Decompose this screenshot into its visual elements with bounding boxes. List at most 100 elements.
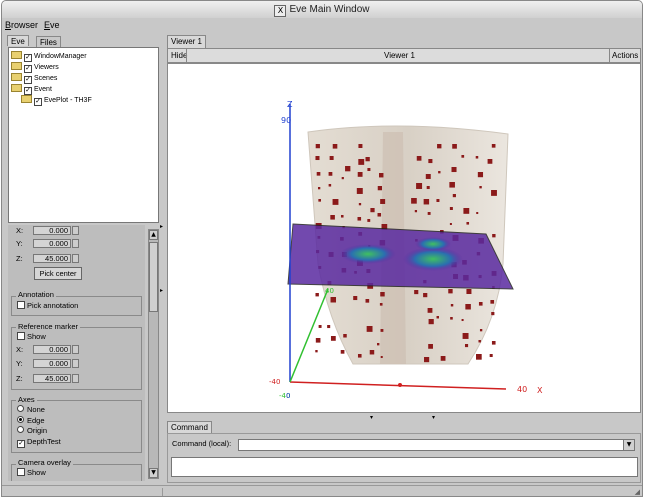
histogram-box [463,208,470,214]
center-y-spinner[interactable] [72,239,79,248]
overlay-show-checkbox[interactable] [17,468,25,476]
tab-eve[interactable]: Eve [7,35,29,46]
main-window: X Eve Main Window Browser Eve Eve Files ✓ W… [1,0,643,497]
histogram-box [490,300,495,304]
radio-none[interactable] [17,405,24,412]
density-blob [415,237,451,251]
histogram-box [357,217,362,221]
splitter-arrow-icon[interactable]: ▸ [160,287,163,294]
tree-item-eveplot[interactable]: ✓ EvePlot - TH3F [21,95,92,106]
status-bar: ◢ [2,485,642,496]
histogram-box [424,357,430,363]
tree-item-viewers[interactable]: ✓ Viewers [11,62,59,73]
x-max-label: 40 [517,385,527,394]
menu-browser[interactable]: Browser [2,18,41,33]
histogram-box [461,155,465,158]
histogram-box [379,303,383,306]
splitter-handle[interactable]: ▾ [370,414,373,421]
histogram-box [318,325,322,328]
histogram-box [427,212,431,215]
ref-x-spinner[interactable] [72,345,79,354]
checkbox[interactable]: ✓ [24,87,32,95]
ref-x-field[interactable]: 0.000 [33,345,71,354]
y-axis [289,288,329,383]
tree-item-windowmanager[interactable]: ✓ WindowManager [11,51,87,62]
chevron-down-icon[interactable]: ▼ [623,440,634,450]
histogram-box [365,157,370,162]
x-min-label: -40 [269,378,280,386]
ref-z-label: Z: [16,374,23,383]
radio-edge[interactable] [17,416,24,423]
menu-bar: Browser Eve [2,18,642,33]
ref-y-field[interactable]: 0.000 [33,359,71,368]
center-y-field[interactable]: 0.000 [33,239,71,248]
tree-item-scenes[interactable]: ✓ Scenes [11,73,57,84]
pick-annotation-row[interactable]: Pick annotation [17,301,78,311]
command-local-combo[interactable]: ▼ [238,439,635,451]
scroll-thumb[interactable] [149,242,158,312]
viewer-header: Hide Viewer 1 Actions [167,48,641,63]
histogram-box [328,172,333,176]
center-z-field[interactable]: 45.000 [33,254,71,263]
ref-z-field[interactable]: 45.000 [33,374,71,383]
histogram-box [440,356,446,361]
title-bar: X Eve Main Window [2,1,642,19]
tab-command[interactable]: Command [167,421,212,433]
tab-files[interactable]: Files [36,36,61,47]
checkbox[interactable]: ✓ [34,98,42,106]
axes-option-none[interactable]: None [17,405,45,415]
histogram-box [438,171,441,174]
checkbox[interactable]: ✓ [24,54,32,62]
command-input[interactable] [171,457,638,477]
histogram-box [340,350,345,354]
splitter-handle[interactable]: ▾ [432,414,435,421]
ref-z-spinner[interactable] [72,374,79,383]
gl-viewport[interactable]: Z 90 40 X -40 40 -40 0 [167,63,641,413]
tab-viewer-1[interactable]: Viewer 1 [167,35,206,48]
histogram-box [416,183,423,189]
histogram-box [366,326,373,332]
histogram-box [380,292,385,297]
tree-item-event[interactable]: ✓ Event [11,84,52,95]
overlay-show-row[interactable]: Show [17,468,46,478]
editor-panel: X: 0.000 Y: 0.000 Z: 45.000 Pick center … [8,225,145,481]
pick-annotation-checkbox[interactable] [17,301,25,309]
splitter-arrow-icon[interactable]: ▸ [160,223,163,230]
ref-x-label: X: [16,345,24,354]
histogram-box [315,156,320,161]
actions-button[interactable]: Actions [612,49,638,62]
center-z-spinner[interactable] [72,254,79,263]
histogram-box [315,350,318,353]
histogram-box [365,299,370,303]
axes-option-origin[interactable]: Origin [17,426,47,436]
histogram-box [330,215,335,220]
center-x-field[interactable]: 0.000 [33,226,71,235]
x11-app-icon: X [274,5,287,17]
histogram-box [428,159,433,164]
ref-show-checkbox[interactable] [17,332,25,340]
histogram-box [411,198,417,204]
editor-scrollbar[interactable]: ▲ ▼ [148,229,159,479]
pick-center-button[interactable]: Pick center [34,267,82,280]
histogram-box [414,210,418,213]
checkbox[interactable]: ✓ [24,65,32,73]
scroll-up-icon[interactable]: ▲ [149,230,158,240]
ref-y-spinner[interactable] [72,359,79,368]
checkbox[interactable]: ✓ [24,76,32,84]
histogram-box [315,338,321,343]
histogram-box [487,159,493,164]
center-x-spinner[interactable] [72,226,79,235]
depth-test-checkbox[interactable]: ✓ [17,440,25,448]
histogram-box [330,297,337,303]
resize-grip-icon[interactable]: ◢ [635,488,640,496]
ref-show-row[interactable]: Show [17,332,46,342]
object-tree: ✓ WindowManager ✓ Viewers ✓ Scenes ✓ Event ✓… [8,47,159,223]
histogram-box [491,190,497,196]
menu-eve[interactable]: Eve [41,18,63,33]
depth-test-row[interactable]: ✓ DepthTest [17,437,61,448]
histogram-box [316,172,321,176]
axes-option-edge[interactable]: Edge [17,416,45,426]
radio-origin[interactable] [17,426,24,433]
hide-button[interactable]: Hide [171,49,187,62]
scroll-down-icon[interactable]: ▼ [149,468,158,478]
